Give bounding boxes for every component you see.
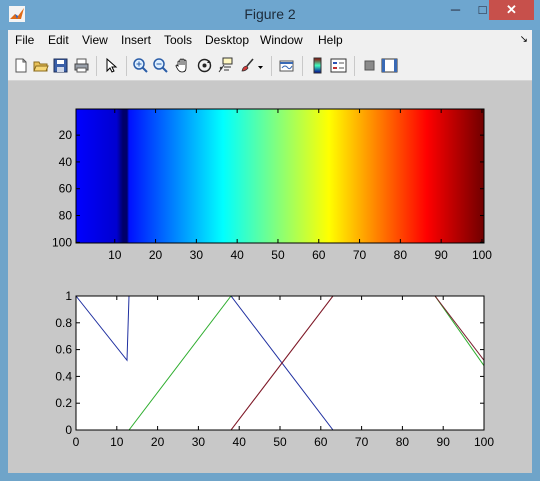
menu-view[interactable]: View <box>82 33 108 47</box>
bottom-x-tick-label: 100 <box>474 435 494 449</box>
top-x-tick-label: 10 <box>108 248 122 262</box>
bottom-x-tick-label: 60 <box>314 435 328 449</box>
top-y-tick-label: 20 <box>59 128 73 142</box>
colorbar-icon[interactable] <box>309 57 326 74</box>
top-x-tick-label: 60 <box>312 248 326 262</box>
open-file-icon[interactable] <box>32 57 49 74</box>
bottom-x-tick-label: 20 <box>151 435 165 449</box>
brush-dropdown-icon[interactable] <box>256 57 265 74</box>
save-icon[interactable] <box>52 57 69 74</box>
zoom-out-icon[interactable] <box>152 57 169 74</box>
bottom-y-tick-label: 0.4 <box>55 369 72 383</box>
top-x-tick-label: 90 <box>434 248 448 262</box>
data-cursor-icon[interactable] <box>217 57 234 74</box>
menu-bar: File Edit View Insert Tools Desktop Wind… <box>8 30 532 52</box>
link-plot-icon[interactable] <box>278 57 295 74</box>
print-icon[interactable] <box>73 57 90 74</box>
legend-icon[interactable] <box>330 57 347 74</box>
hide-plot-tools-icon[interactable] <box>361 57 378 74</box>
toolbar-separator <box>302 56 303 76</box>
bottom-x-tick-label: 40 <box>233 435 247 449</box>
edit-plot-arrow-icon[interactable] <box>103 57 120 74</box>
colormap-image <box>76 109 484 243</box>
close-button[interactable]: ✕ <box>489 0 534 20</box>
bottom-x-tick-label: 90 <box>437 435 451 449</box>
bottom-x-tick-label: 30 <box>192 435 206 449</box>
toolbar-separator <box>126 56 127 76</box>
bottom-y-tick-label: 0.6 <box>55 343 72 357</box>
top-axes[interactable]: 10 20 30 40 50 60 70 80 90 100 20 40 60 80 100 <box>52 108 492 262</box>
top-y-tick-label: 60 <box>59 182 73 196</box>
figure-toolbar <box>8 52 532 81</box>
top-x-tick-label: 80 <box>394 248 408 262</box>
dock-arrow-icon[interactable]: ↘ <box>520 34 528 45</box>
minimize-button[interactable]: ─ <box>442 0 469 20</box>
bottom-x-tick-label: 70 <box>355 435 369 449</box>
figure-window: Figure 2 ─ □ ✕ File Edit View Insert Too… <box>0 0 540 481</box>
top-x-tick-label: 50 <box>271 248 285 262</box>
menu-tools[interactable]: Tools <box>164 33 192 47</box>
bottom-y-tick-label: 0 <box>65 423 72 437</box>
top-x-tick-label: 20 <box>149 248 163 262</box>
bottom-x-tick-label: 10 <box>110 435 124 449</box>
menu-file[interactable]: File <box>15 33 34 47</box>
menu-desktop[interactable]: Desktop <box>205 33 249 47</box>
menu-edit[interactable]: Edit <box>48 33 69 47</box>
bottom-axes[interactable]: 0 10 20 30 40 50 60 70 80 90 100 0 0.2 0.4 0.6 0.8 1 <box>55 289 494 449</box>
menu-help[interactable]: Help <box>318 33 343 47</box>
bottom-x-tick-label: 50 <box>273 435 287 449</box>
zoom-in-icon[interactable] <box>132 57 149 74</box>
bottom-y-tick-label: 1 <box>65 289 72 303</box>
top-x-tick-label: 40 <box>230 248 244 262</box>
bottom-x-tick-label: 80 <box>396 435 410 449</box>
figure-canvas: 10 20 30 40 50 60 70 80 90 100 20 40 60 80 100 0 10 20 3… <box>8 81 532 473</box>
rotate-3d-icon[interactable] <box>196 57 213 74</box>
new-figure-icon[interactable] <box>12 57 29 74</box>
top-x-tick-label: 100 <box>472 248 492 262</box>
brush-icon[interactable] <box>239 57 256 74</box>
pan-hand-icon[interactable] <box>174 57 191 74</box>
toolbar-separator <box>271 56 272 76</box>
bottom-y-tick-label: 0.8 <box>55 316 72 330</box>
top-x-tick-label: 70 <box>353 248 367 262</box>
top-x-tick-label: 30 <box>190 248 204 262</box>
title-bar[interactable]: Figure 2 ─ □ ✕ <box>0 0 540 30</box>
bottom-axes-background <box>76 296 484 430</box>
bottom-x-tick-label: 0 <box>73 435 80 449</box>
top-y-tick-label: 40 <box>59 155 73 169</box>
toolbar-separator <box>96 56 97 76</box>
top-y-tick-label: 100 <box>52 235 72 249</box>
plot-area: 10 20 30 40 50 60 70 80 90 100 20406080100 0 10 20 3… <box>52 108 494 449</box>
menu-insert[interactable]: Insert <box>121 33 151 47</box>
menu-window[interactable]: Window <box>260 33 303 47</box>
show-plot-tools-icon[interactable] <box>381 57 398 74</box>
bottom-y-tick-label: 0.2 <box>55 396 72 410</box>
toolbar-separator <box>354 56 355 76</box>
top-y-tick-label: 80 <box>59 209 73 223</box>
